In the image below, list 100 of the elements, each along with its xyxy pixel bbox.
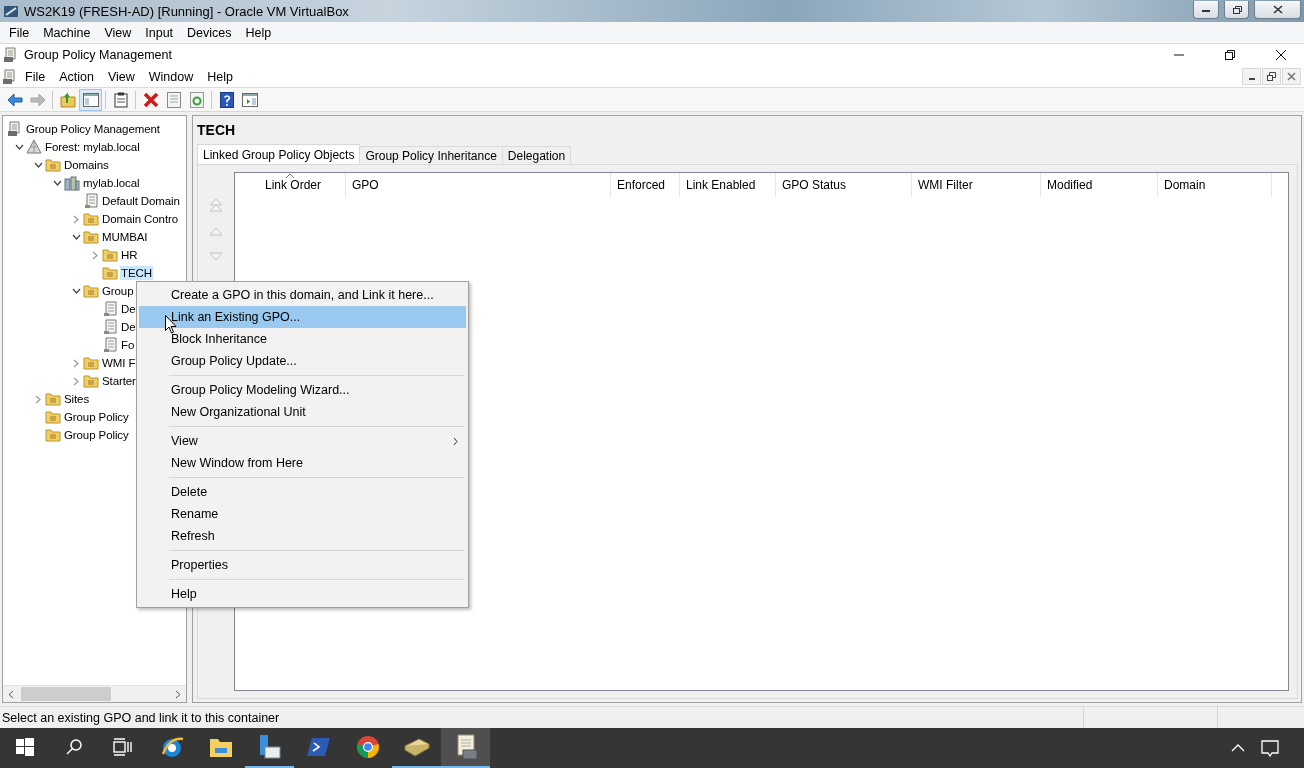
tree-item[interactable]: mylab.local bbox=[82, 176, 141, 190]
properties-icon bbox=[166, 91, 181, 108]
folder-icon bbox=[102, 265, 118, 281]
tree-item[interactable]: De bbox=[120, 302, 137, 316]
tree-item[interactable]: Group Policy bbox=[63, 410, 130, 424]
minimize-button[interactable] bbox=[1193, 0, 1219, 19]
console-icon bbox=[7, 121, 23, 137]
tree-item[interactable]: Domain Contro bbox=[101, 212, 180, 226]
move-down-icon bbox=[208, 252, 224, 262]
chevron-left-icon bbox=[8, 689, 14, 699]
tree-item[interactable]: MUMBAI bbox=[101, 230, 149, 244]
move-to-top-icon bbox=[208, 197, 224, 213]
tree-item[interactable]: Group Policy bbox=[63, 428, 130, 442]
menu-item[interactable]: Group Policy Modeling Wizard... bbox=[139, 379, 466, 401]
panel-heading: TECH bbox=[197, 121, 237, 140]
menu-item[interactable]: File bbox=[18, 69, 53, 84]
menu-item[interactable]: New Window from Here bbox=[139, 452, 466, 474]
menu-item[interactable]: Help bbox=[139, 583, 466, 605]
tree-item[interactable]: TECH bbox=[120, 266, 153, 280]
close-icon bbox=[1272, 4, 1283, 14]
column-header[interactable]: Domain bbox=[1158, 173, 1272, 197]
menu-item[interactable]: Block Inheritance bbox=[139, 328, 466, 350]
menu-item[interactable]: View bbox=[139, 430, 466, 452]
scroll-icon bbox=[83, 193, 99, 209]
menu-item[interactable]: Help bbox=[238, 25, 279, 40]
message-icon bbox=[1261, 739, 1279, 757]
folder-icon bbox=[45, 157, 61, 173]
status-text: Select an existing GPO and link it to this container bbox=[1, 709, 281, 727]
folder-icon bbox=[83, 211, 99, 227]
toolbar-button[interactable] bbox=[79, 88, 102, 111]
taskbar-button[interactable] bbox=[441, 728, 490, 768]
chevron-up-icon bbox=[1231, 744, 1245, 752]
menu-item[interactable]: View bbox=[97, 25, 139, 40]
menu-item[interactable]: New Organizational Unit bbox=[139, 401, 466, 423]
tree-item[interactable]: De bbox=[120, 320, 137, 334]
back-arrow-icon bbox=[6, 92, 23, 107]
tree-item[interactable]: Group Policy Management bbox=[25, 122, 161, 136]
column-header[interactable]: WMI Filter bbox=[912, 173, 1041, 197]
column-header[interactable]: Modified bbox=[1041, 173, 1158, 197]
tree-item[interactable]: Starter bbox=[101, 374, 137, 388]
menu-item[interactable]: Input bbox=[138, 25, 181, 40]
close-icon bbox=[1287, 72, 1296, 81]
menu-item[interactable]: Properties bbox=[139, 554, 466, 576]
tree-item[interactable]: Domains bbox=[63, 158, 110, 172]
tree-item[interactable]: Sites bbox=[63, 392, 91, 406]
console-icon bbox=[3, 47, 19, 63]
pyramid-icon bbox=[26, 139, 42, 155]
browser-icon bbox=[159, 735, 184, 759]
close-button[interactable] bbox=[1254, 0, 1301, 19]
menu-item[interactable]: Machine bbox=[36, 25, 98, 40]
delete-icon bbox=[142, 91, 159, 108]
tree-item[interactable]: Group bbox=[101, 284, 135, 298]
tree-item[interactable]: HR bbox=[120, 248, 139, 262]
menu-item[interactable]: Rename bbox=[139, 503, 466, 525]
restore-icon bbox=[1267, 72, 1276, 81]
menu-item[interactable]: File bbox=[2, 25, 37, 40]
menu-item[interactable]: Group Policy Update... bbox=[139, 350, 466, 372]
folder-up-icon bbox=[59, 91, 76, 108]
menu-item[interactable]: Help bbox=[200, 69, 240, 84]
refresh-icon bbox=[189, 91, 204, 108]
scroll-thumb[interactable] bbox=[21, 687, 111, 701]
menu-item[interactable]: Devices bbox=[180, 25, 239, 40]
forward-arrow-icon bbox=[29, 92, 46, 107]
help-icon bbox=[219, 91, 234, 108]
tree-item[interactable]: Default Domain bbox=[101, 194, 181, 208]
virtualbox-icon bbox=[3, 3, 19, 19]
tab[interactable]: Delegation bbox=[501, 146, 572, 164]
close-icon bbox=[1275, 49, 1287, 61]
clipboard-icon bbox=[113, 91, 128, 108]
menu-item[interactable]: Link an Existing GPO... bbox=[139, 306, 466, 328]
menu-item[interactable]: Window bbox=[141, 69, 201, 84]
tree-item[interactable]: WMI F bbox=[101, 356, 137, 370]
menu-item[interactable]: Delete bbox=[139, 481, 466, 503]
maximize-button[interactable] bbox=[1224, 0, 1249, 19]
folder-icon bbox=[83, 355, 99, 371]
window-title: WS2K19 (FRESH-AD) [Running] - Oracle VM VirtualBox bbox=[24, 3, 349, 19]
column-header[interactable]: Enforced bbox=[611, 173, 680, 197]
search-icon bbox=[64, 738, 83, 756]
scroll-icon bbox=[102, 301, 118, 317]
tree-item[interactable]: Forest: mylab.local bbox=[44, 140, 141, 154]
menu-item[interactable]: Action bbox=[52, 69, 101, 84]
column-header[interactable]: Link Order bbox=[235, 173, 346, 197]
server-icon bbox=[64, 175, 80, 191]
tab[interactable]: Group Policy Inheritance bbox=[359, 146, 503, 164]
scroll-icon bbox=[102, 337, 118, 353]
server-manager-icon bbox=[257, 734, 282, 760]
tree-item[interactable]: Fo bbox=[120, 338, 136, 352]
tab[interactable]: Linked Group Policy Objects bbox=[197, 144, 361, 164]
menu-item[interactable]: Create a GPO in this domain, and Link it here... bbox=[139, 284, 466, 306]
column-header[interactable]: GPO bbox=[346, 173, 611, 197]
menu-item[interactable]: View bbox=[100, 69, 142, 84]
folder-icon bbox=[102, 247, 118, 263]
folder-icon bbox=[45, 409, 61, 425]
column-header[interactable]: Link Enabled bbox=[680, 173, 776, 197]
window-title: Group Policy Management bbox=[24, 48, 172, 62]
horizontal-scrollbar[interactable] bbox=[3, 685, 186, 702]
menu-item[interactable]: Refresh bbox=[139, 525, 466, 547]
restore-icon bbox=[1224, 49, 1236, 61]
column-header[interactable]: GPO Status bbox=[776, 173, 912, 197]
restore-button[interactable] bbox=[1262, 68, 1281, 85]
